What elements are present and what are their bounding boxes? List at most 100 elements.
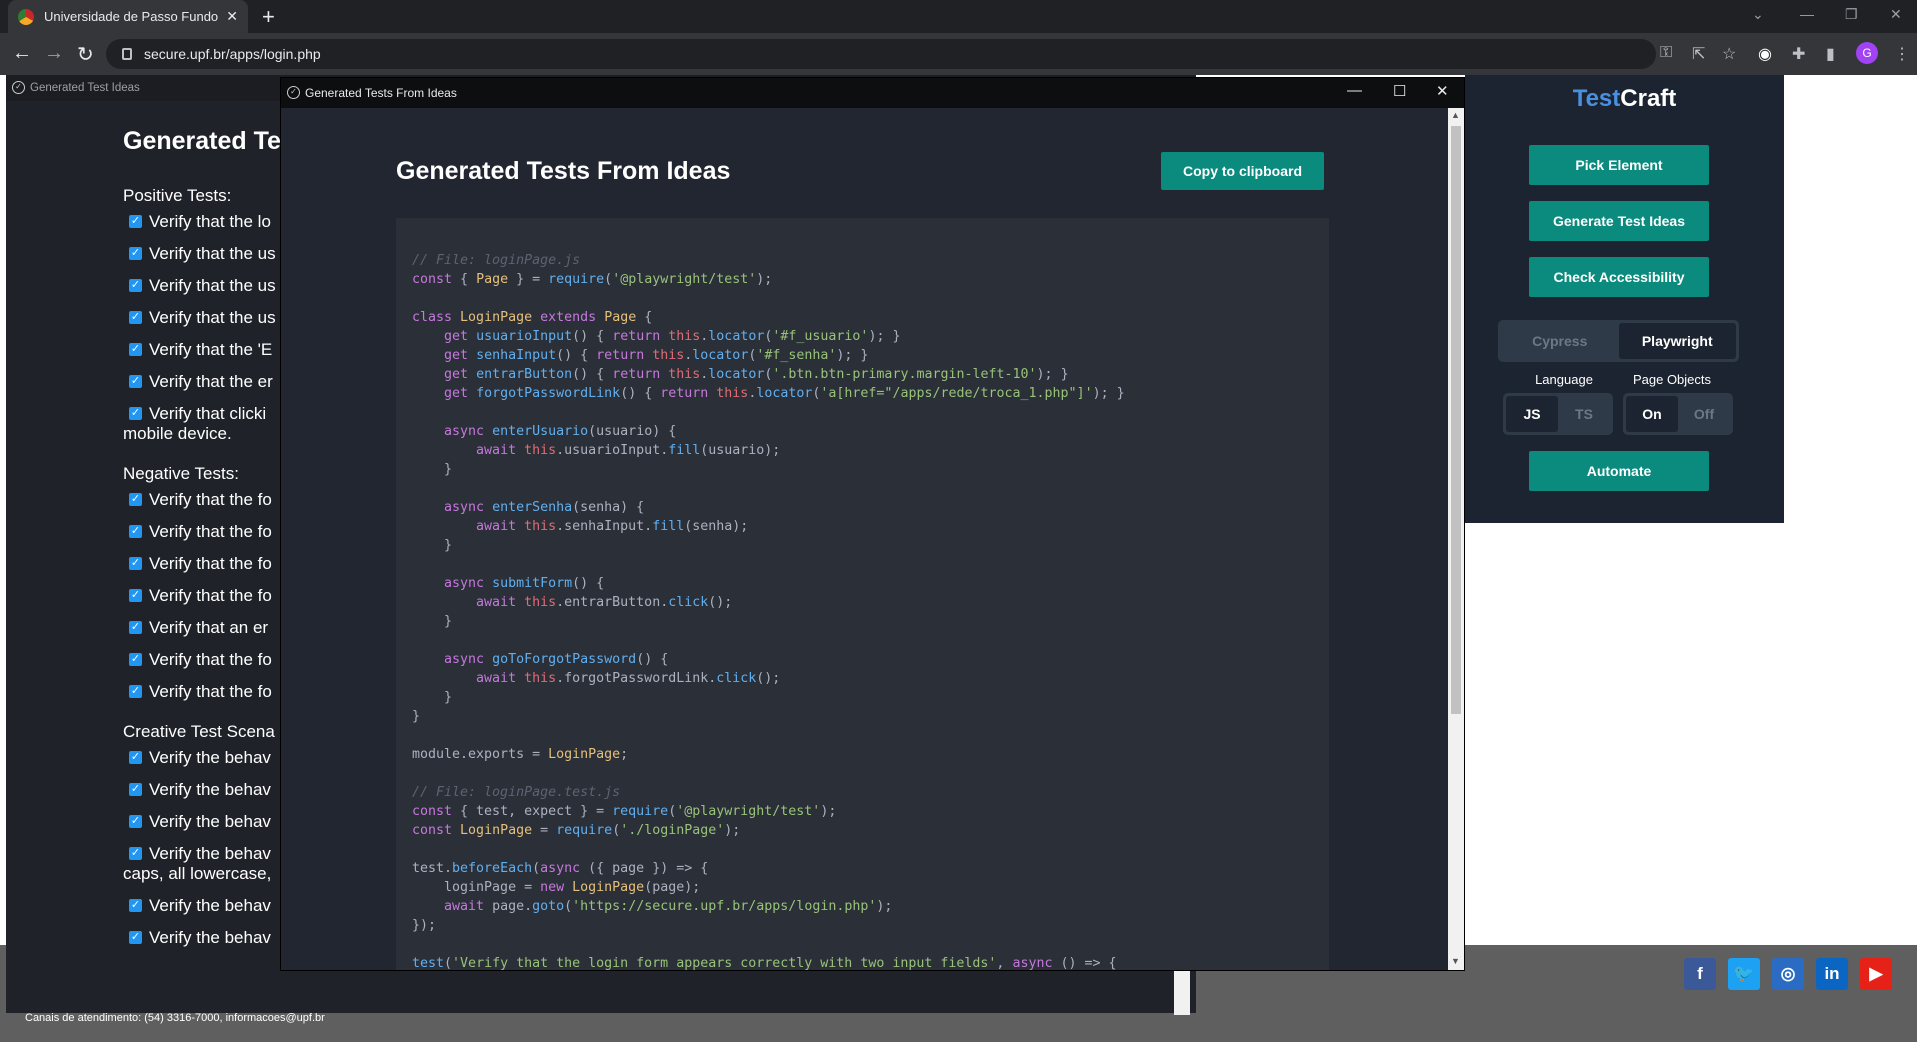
- footer-contact-text: Canais de atendimento: (54) 3316-7000, i…: [25, 1012, 325, 1024]
- list-item: ✓ Verify that the us: [129, 244, 276, 263]
- key-icon[interactable]: ⚿: [1660, 44, 1672, 62]
- scroll-down-icon[interactable]: ▼: [1451, 956, 1460, 966]
- list-item: ✓ Verify the behav: [129, 780, 271, 799]
- share-icon[interactable]: ⇱: [1692, 44, 1705, 64]
- checkbox[interactable]: ✓: [129, 589, 142, 602]
- framework-option-playwright[interactable]: Playwright: [1618, 323, 1736, 359]
- tab-search-icon[interactable]: ⌄: [1752, 6, 1764, 23]
- checkbox[interactable]: ✓: [129, 815, 142, 828]
- scrollbar-thumb[interactable]: [1451, 126, 1461, 714]
- page-objects-label: Page Objects: [1632, 372, 1712, 387]
- window-title: Generated Tests From Ideas: [305, 86, 457, 100]
- social-links: f 🐦 ◎ in ▶: [1684, 958, 1892, 990]
- browser-toolbar: ← → ↻ secure.upf.br/apps/login.php ⚿ ⇱ ☆…: [0, 33, 1917, 75]
- positive-tests-title: Positive Tests:: [123, 186, 232, 205]
- page-objects-option-off[interactable]: Off: [1678, 396, 1730, 432]
- new-tab-icon[interactable]: +: [262, 4, 275, 30]
- checkbox[interactable]: ✓: [129, 279, 142, 292]
- list-item: ✓ Verify that the 'E: [129, 340, 273, 359]
- code-block[interactable]: // File: loginPage.js const { Page } = r…: [396, 218, 1329, 970]
- framework-option-cypress[interactable]: Cypress: [1501, 323, 1619, 359]
- code-text: // File: loginPage.js const { Page } = r…: [412, 253, 1125, 970]
- language-option-ts[interactable]: TS: [1558, 396, 1610, 432]
- list-item: ✓ Verify that the us: [129, 276, 276, 295]
- checkbox[interactable]: ✓: [129, 557, 142, 570]
- browser-tab[interactable]: Universidade de Passo Fundo - U ✕: [8, 0, 248, 33]
- lock-icon: [122, 48, 132, 60]
- code-scrollbar[interactable]: ▲ ▼: [1448, 108, 1464, 970]
- forward-icon[interactable]: →: [44, 42, 64, 65]
- checkbox[interactable]: ✓: [129, 247, 142, 260]
- window-title: Generated Test Ideas: [30, 82, 140, 94]
- side-panel-icon[interactable]: ▮: [1826, 44, 1835, 64]
- list-item: ✓ Verify the behav: [129, 928, 271, 947]
- generated-tests-titlebar: ✓ Generated Tests From Ideas — ☐ ✕: [281, 78, 1464, 108]
- upf-favicon-icon: [18, 8, 34, 25]
- checkbox[interactable]: ✓: [129, 621, 142, 634]
- close-tab-icon[interactable]: ✕: [226, 8, 238, 25]
- test-ideas-content: Generated Te Positive Tests: ✓ Verify tha…: [123, 127, 281, 960]
- page-objects-toggle: On Off: [1623, 393, 1733, 435]
- checkbox[interactable]: ✓: [129, 653, 142, 666]
- facebook-icon[interactable]: f: [1684, 958, 1716, 990]
- checkbox[interactable]: ✓: [129, 407, 142, 420]
- close-window-icon[interactable]: ✕: [1890, 6, 1902, 23]
- back-icon[interactable]: ←: [12, 42, 32, 65]
- page-objects-option-on[interactable]: On: [1626, 396, 1678, 432]
- list-item: ✓ Verify that the lo: [129, 212, 271, 231]
- bookmark-star-icon[interactable]: ☆: [1722, 44, 1736, 64]
- checkbox[interactable]: ✓: [129, 375, 142, 388]
- list-item: ✓ Verify the behav: [129, 896, 271, 915]
- checkbox[interactable]: ✓: [129, 685, 142, 698]
- list-item: ✓ Verify that the fo: [129, 650, 272, 669]
- testcraft-panel: TestCraft Pick Element Generate Test Ide…: [1465, 75, 1784, 523]
- list-item: ✓ Verify that the fo: [129, 586, 272, 605]
- list-item: ✓ Verify that the er: [129, 372, 273, 391]
- maximize-icon[interactable]: ☐: [1393, 82, 1406, 100]
- automate-button[interactable]: Automate: [1529, 451, 1709, 491]
- minimize-icon[interactable]: —: [1800, 6, 1814, 22]
- generate-test-ideas-button[interactable]: Generate Test Ideas: [1529, 201, 1709, 241]
- minimize-icon[interactable]: —: [1347, 82, 1362, 99]
- pick-element-button[interactable]: Pick Element: [1529, 145, 1709, 185]
- checkbox[interactable]: ✓: [129, 751, 142, 764]
- instagram-icon[interactable]: ◎: [1772, 958, 1804, 990]
- tab-title: Universidade de Passo Fundo - U: [44, 9, 219, 24]
- checkbox[interactable]: ✓: [129, 343, 142, 356]
- checkbox[interactable]: ✓: [129, 899, 142, 912]
- linkedin-icon[interactable]: in: [1816, 958, 1848, 990]
- checkbox[interactable]: ✓: [129, 311, 142, 324]
- test-ideas-scrollbar[interactable]: [1174, 963, 1190, 1015]
- list-item: ✓ Verify that the fo: [129, 490, 272, 509]
- framework-toggle: Cypress Playwright: [1498, 320, 1739, 362]
- testcraft-extension-icon[interactable]: ◉: [1758, 44, 1772, 64]
- list-item: ✓ Verify that the fo: [129, 682, 272, 701]
- menu-kebab-icon[interactable]: ⋮: [1894, 44, 1910, 64]
- list-item: ✓ Verify that the fo: [129, 554, 272, 573]
- checkbox[interactable]: ✓: [129, 847, 142, 860]
- profile-avatar[interactable]: G: [1856, 42, 1878, 64]
- checkbox[interactable]: ✓: [129, 215, 142, 228]
- youtube-icon[interactable]: ▶: [1860, 958, 1892, 990]
- twitter-icon[interactable]: 🐦: [1728, 958, 1760, 990]
- reload-icon[interactable]: ↻: [77, 42, 94, 67]
- language-toggle: JS TS: [1503, 393, 1613, 435]
- close-icon[interactable]: ✕: [1436, 82, 1449, 100]
- check-accessibility-button[interactable]: Check Accessibility: [1529, 257, 1709, 297]
- restore-icon[interactable]: ❐: [1845, 6, 1858, 23]
- copy-to-clipboard-button[interactable]: Copy to clipboard: [1161, 152, 1324, 190]
- list-item: ✓ Verify that the fo: [129, 522, 272, 541]
- page-title: Generated Tests From Ideas: [396, 157, 731, 185]
- extensions-puzzle-icon[interactable]: ✚: [1792, 44, 1805, 64]
- checkbox[interactable]: ✓: [129, 931, 142, 944]
- list-item: ✓ Verify that clicki mobile device.: [123, 404, 267, 443]
- page-title: Generated Te: [123, 127, 281, 155]
- checkbox[interactable]: ✓: [129, 525, 142, 538]
- url-text: secure.upf.br/apps/login.php: [144, 46, 321, 62]
- address-bar[interactable]: secure.upf.br/apps/login.php: [106, 39, 1656, 69]
- language-option-js[interactable]: JS: [1506, 396, 1558, 432]
- checkbox[interactable]: ✓: [129, 493, 142, 506]
- checkbox[interactable]: ✓: [129, 783, 142, 796]
- scroll-up-icon[interactable]: ▲: [1451, 110, 1460, 120]
- list-item: ✓ Verify the behav caps, all lowercase,: [123, 844, 272, 883]
